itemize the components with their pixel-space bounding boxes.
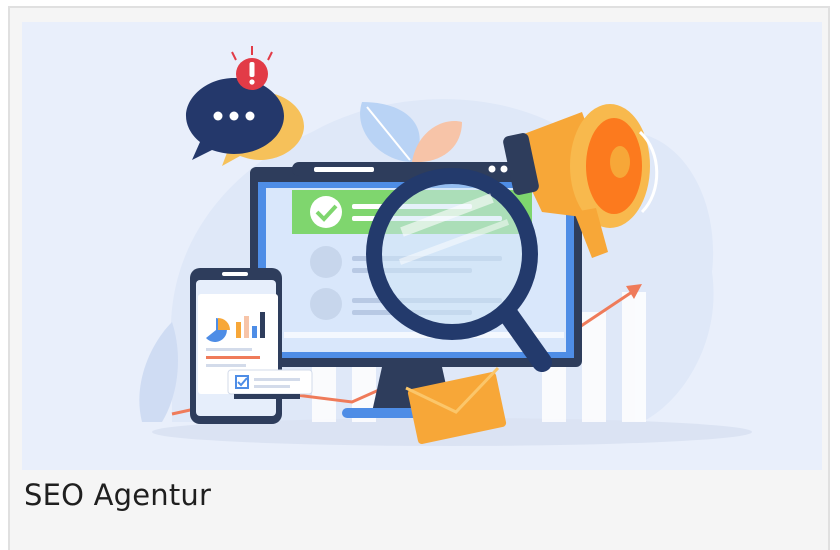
- bar-chart-icon: [236, 322, 241, 338]
- check-icon: [310, 196, 342, 228]
- seo-illustration: [22, 22, 822, 470]
- seo-card[interactable]: SEO Agentur: [8, 6, 830, 550]
- card-title[interactable]: SEO Agentur: [24, 478, 211, 512]
